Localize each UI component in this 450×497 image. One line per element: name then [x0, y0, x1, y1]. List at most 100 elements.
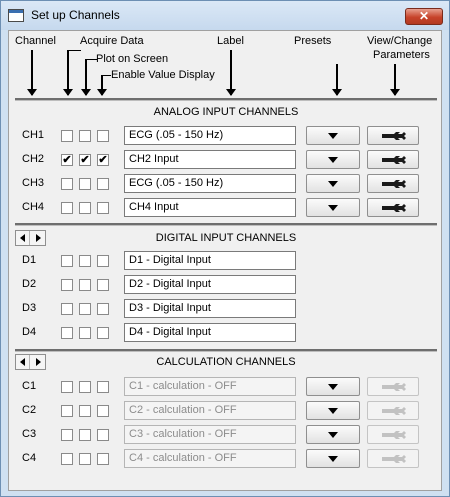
parameters-button[interactable] — [367, 198, 419, 217]
channel-label-input[interactable]: ECG (.05 - 150 Hz) — [124, 126, 296, 145]
plot-checkbox[interactable] — [79, 178, 91, 190]
enable-checkbox[interactable] — [97, 130, 109, 142]
channel-label-input[interactable]: D3 - Digital Input — [124, 299, 296, 318]
plot-checkbox[interactable] — [79, 255, 91, 267]
acquire-checkbox[interactable] — [61, 381, 73, 393]
channel-label-input[interactable]: ECG (.05 - 150 Hz) — [124, 174, 296, 193]
header-parameters: Parameters — [373, 49, 430, 61]
channel-label-input[interactable]: C4 - calculation - OFF — [124, 449, 296, 468]
acquire-checkbox[interactable] — [61, 130, 73, 142]
presets-dropdown-button[interactable] — [306, 401, 360, 420]
parameters-button[interactable] — [367, 126, 419, 145]
header-label: Label — [217, 35, 244, 47]
acquire-checkbox[interactable] — [61, 279, 73, 291]
channel-id: CH3 — [22, 177, 45, 189]
channel-label-input[interactable]: D1 - Digital Input — [124, 251, 296, 270]
enable-checkbox[interactable] — [97, 255, 109, 267]
plot-arrow-icon — [81, 59, 91, 96]
calculation-separator — [15, 349, 437, 352]
channel-label-input[interactable]: CH4 Input — [124, 198, 296, 217]
plot-checkbox[interactable] — [79, 381, 91, 393]
presets-dropdown-button[interactable] — [306, 174, 360, 193]
channel-label-input[interactable]: CH2 Input — [124, 150, 296, 169]
acquire-checkbox[interactable] — [61, 429, 73, 441]
close-button[interactable]: ✕ — [405, 8, 443, 25]
enable-checkbox[interactable] — [97, 279, 109, 291]
presets-dropdown-button[interactable] — [306, 449, 360, 468]
header-acquire-data: Acquire Data — [80, 35, 144, 47]
channel-label-input[interactable]: C3 - calculation - OFF — [124, 425, 296, 444]
acquire-checkbox[interactable]: ✔ — [61, 154, 73, 166]
channel-id: C4 — [22, 452, 37, 464]
channel-label-input[interactable]: D2 - Digital Input — [124, 275, 296, 294]
plot-checkbox[interactable] — [79, 429, 91, 441]
acquire-leader-line — [67, 50, 81, 51]
parameters-button[interactable] — [367, 425, 419, 444]
digital-separator — [15, 223, 437, 226]
channel-label-input[interactable]: D4 - Digital Input — [124, 323, 296, 342]
window-icon — [8, 9, 24, 22]
parameters-button[interactable] — [367, 377, 419, 396]
parameters-button[interactable] — [367, 449, 419, 468]
enable-checkbox[interactable] — [97, 429, 109, 441]
channel-label-input[interactable]: C1 - calculation - OFF — [124, 377, 296, 396]
enable-checkbox[interactable] — [97, 453, 109, 465]
channel-id: C2 — [22, 404, 37, 416]
header-presets: Presets — [294, 35, 332, 47]
presets-dropdown-button[interactable] — [306, 150, 360, 169]
header-enable-value-display: Enable Value Display — [111, 69, 215, 81]
parameters-button[interactable] — [367, 174, 419, 193]
dialog-body: Channel Acquire Data Plot on Screen Enab… — [8, 30, 442, 491]
channel-id: D2 — [22, 278, 37, 290]
channel-id: D1 — [22, 254, 37, 266]
acquire-checkbox[interactable] — [61, 405, 73, 417]
acquire-checkbox[interactable] — [61, 202, 73, 214]
presets-dropdown-button[interactable] — [306, 377, 360, 396]
enable-leader-line — [101, 75, 111, 76]
header-plot-on-screen: Plot on Screen — [96, 53, 169, 65]
parameters-button[interactable] — [367, 401, 419, 420]
acquire-checkbox[interactable] — [61, 255, 73, 267]
enable-checkbox[interactable] — [97, 405, 109, 417]
presets-dropdown-button[interactable] — [306, 425, 360, 444]
channel-id: CH1 — [22, 129, 45, 141]
plot-checkbox[interactable] — [79, 327, 91, 339]
acquire-checkbox[interactable] — [61, 178, 73, 190]
channel-id: D3 — [22, 302, 37, 314]
title-bar[interactable]: Set up Channels ✕ — [1, 1, 449, 30]
enable-checkbox[interactable] — [97, 303, 109, 315]
channel-id: CH2 — [22, 153, 45, 165]
plot-checkbox[interactable] — [79, 130, 91, 142]
channel-arrow-icon — [27, 50, 37, 96]
plot-checkbox[interactable] — [79, 303, 91, 315]
acquire-checkbox[interactable] — [61, 327, 73, 339]
channel-id: CH4 — [22, 201, 45, 213]
calculation-section-title: CALCULATION CHANNELS — [156, 356, 296, 368]
presets-dropdown-button[interactable] — [306, 126, 360, 145]
enable-checkbox[interactable] — [97, 381, 109, 393]
label-arrow-icon — [226, 50, 236, 96]
parameters-arrow-icon — [390, 64, 400, 96]
presets-dropdown-button[interactable] — [306, 198, 360, 217]
parameters-button[interactable] — [367, 150, 419, 169]
header-channel: Channel — [15, 35, 56, 47]
enable-checkbox[interactable] — [97, 178, 109, 190]
channel-label-input[interactable]: C2 - calculation - OFF — [124, 401, 296, 420]
plot-checkbox[interactable] — [79, 405, 91, 417]
plot-checkbox[interactable] — [79, 279, 91, 291]
acquire-checkbox[interactable] — [61, 303, 73, 315]
acquire-checkbox[interactable] — [61, 453, 73, 465]
enable-checkbox[interactable]: ✔ — [97, 154, 109, 166]
enable-arrow-icon — [97, 75, 107, 96]
window-title: Set up Channels — [31, 8, 120, 22]
setup-channels-window: Set up Channels ✕ Channel Acquire Data P… — [0, 0, 450, 497]
analog-separator — [15, 98, 437, 101]
enable-checkbox[interactable] — [97, 202, 109, 214]
channel-id: C1 — [22, 380, 37, 392]
plot-checkbox[interactable]: ✔ — [79, 154, 91, 166]
enable-checkbox[interactable] — [97, 327, 109, 339]
channel-id: D4 — [22, 326, 37, 338]
plot-checkbox[interactable] — [79, 453, 91, 465]
analog-section-title: ANALOG INPUT CHANNELS — [153, 106, 299, 118]
plot-checkbox[interactable] — [79, 202, 91, 214]
